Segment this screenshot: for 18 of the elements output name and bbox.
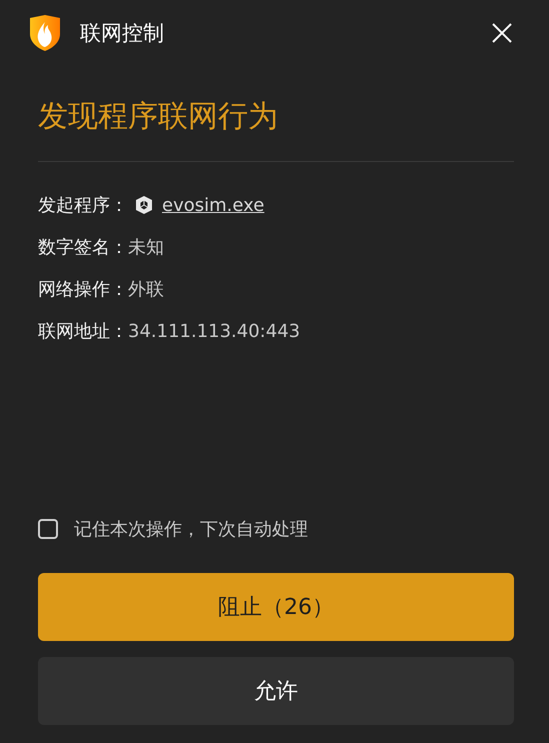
remember-label: 记住本次操作，下次自动处理 <box>74 518 308 541</box>
allow-button[interactable]: 允许 <box>38 657 514 725</box>
program-link[interactable]: evosim.exe <box>162 194 264 216</box>
cube-logo-icon <box>134 195 154 215</box>
close-icon <box>490 21 514 45</box>
remember-checkbox[interactable] <box>38 519 58 539</box>
alert-heading: 发现程序联网行为 <box>38 98 279 136</box>
block-button[interactable]: 阻止（26） <box>38 573 514 641</box>
detail-value: 未知 <box>128 236 164 259</box>
shield-flame-icon <box>28 14 62 52</box>
detail-label: 发起程序： <box>38 194 128 217</box>
detail-label: 网络操作： <box>38 278 128 301</box>
detail-label: 数字签名： <box>38 236 128 259</box>
close-button[interactable] <box>490 21 514 45</box>
window-title: 联网控制 <box>80 20 165 47</box>
detail-label: 联网地址： <box>38 320 128 343</box>
detail-value: 外联 <box>128 278 164 301</box>
detail-value: 34.111.113.40:443 <box>128 320 300 342</box>
